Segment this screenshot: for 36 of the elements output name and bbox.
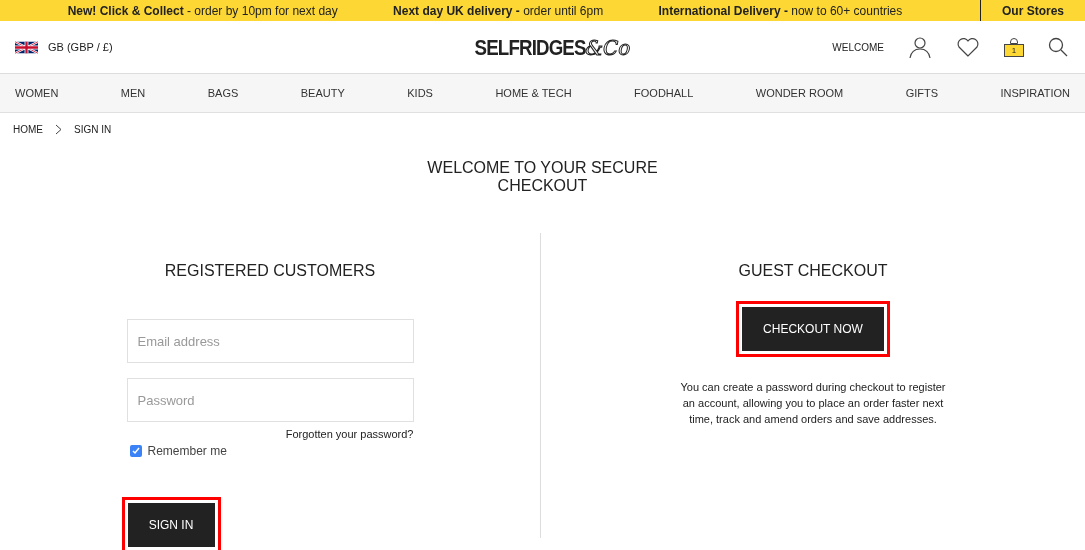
nav-link[interactable]: INSPIRATION [1000, 84, 1070, 102]
remember-label: Remember me [147, 442, 227, 460]
promo-text: International Delivery - now to 60+ countries [658, 2, 903, 20]
promo-text: New! Click & Collect - order by 10pm for next day [67, 2, 338, 20]
nav-link[interactable]: BEAUTY [300, 84, 345, 102]
nav-link[interactable]: WOMEN [15, 84, 59, 102]
logo[interactable]: SELFRIDGES&Co [454, 30, 631, 64]
remember-checkbox[interactable] [129, 444, 142, 457]
section-heading: GUEST CHECKOUT [738, 261, 888, 281]
password-field[interactable]: Password [126, 378, 414, 422]
heart-icon[interactable] [956, 36, 980, 58]
breadcrumb-link[interactable]: HOME [13, 121, 43, 137]
section-heading: REGISTERED CUSTOMERS [164, 261, 376, 281]
nav-link[interactable]: KIDS [407, 84, 433, 102]
nav-link[interactable]: BAGS [207, 84, 239, 102]
welcome-text: WELCOME [832, 40, 884, 55]
checkout-now-button[interactable]: CHECKOUT NOW [742, 307, 884, 351]
guest-note: You can create a password during checkout to register an account, allowing you to place an order faster next time, track and amend orders and save addresses. [679, 380, 947, 427]
bag-count: 1 [1004, 44, 1024, 57]
sign-in-button[interactable]: SIGN IN [127, 502, 215, 547]
forgot-password-link[interactable]: Forgotten your password? [285, 426, 414, 443]
nav-link[interactable]: MEN [120, 84, 146, 102]
nav-link[interactable]: HOME & TECH [495, 84, 572, 102]
search-icon[interactable] [1048, 37, 1068, 57]
current-page-label: SIGN IN [74, 122, 112, 137]
account-icon[interactable] [908, 35, 932, 59]
nav-link[interactable]: WONDER ROOM [755, 84, 844, 102]
nav-link[interactable]: GIFTS [905, 84, 939, 102]
flag-icon [15, 39, 38, 55]
region-selector[interactable]: GB (GBP / £) [48, 38, 113, 56]
page-title: WELCOME TO YOUR SECURE CHECKOUT [426, 159, 659, 195]
promo-text: Next day UK delivery - order until 6pm [393, 2, 604, 20]
our-stores-link[interactable]: Our Stores [980, 0, 1085, 21]
nav-link[interactable]: FOODHALL [634, 84, 694, 102]
chevron-icon [55, 123, 62, 135]
email-field[interactable]: Email address [126, 319, 414, 363]
